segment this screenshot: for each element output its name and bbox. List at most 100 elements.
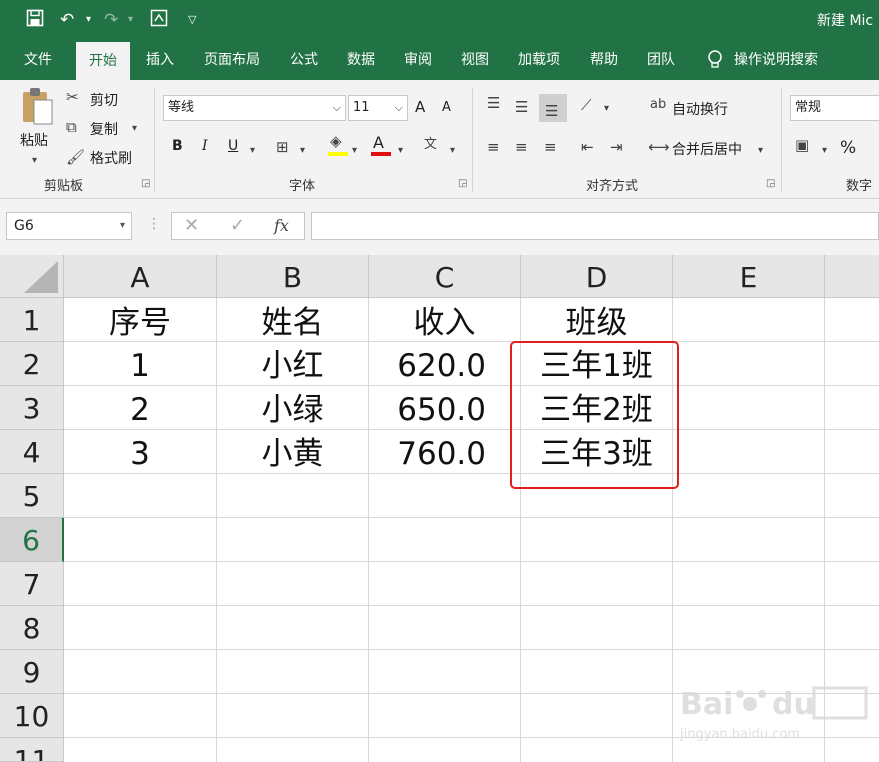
paste-icon[interactable] [20,86,54,130]
underline-button[interactable]: U [228,138,238,154]
clipboard-launcher-icon[interactable]: ◲ [141,178,150,189]
column-header-f[interactable] [825,255,879,298]
name-box[interactable]: G6 ▾ [6,212,132,240]
paste-dropdown-icon[interactable]: ▾ [32,152,37,170]
phonetic-guide-icon[interactable]: 文 [424,136,437,154]
wrap-text-button[interactable]: 自动换行 [672,99,728,119]
border-icon[interactable]: ⊞ [276,138,289,156]
align-middle-icon[interactable]: ☰ [515,98,528,116]
align-left-icon[interactable]: ≡ [487,138,500,156]
cell-c2[interactable]: 620.0 [369,342,521,386]
column-header-a[interactable]: A [64,255,217,298]
drag-handle-icon[interactable]: ⋮ [147,216,161,232]
cell-b3[interactable]: 小绿 [217,386,369,430]
shrink-font-button[interactable]: A [442,100,451,115]
cut-button[interactable]: 剪切 [90,90,118,110]
bold-button[interactable]: B [172,138,183,154]
tab-formulas[interactable]: 公式 [280,40,328,80]
border-dropdown-icon[interactable]: ▾ [300,142,305,160]
cell-d1[interactable]: 班级 [521,298,673,342]
align-top-icon[interactable]: ☰ [487,94,500,112]
row-header-7[interactable]: 7 [0,562,64,606]
number-format-combo[interactable]: 常规 [790,95,879,121]
column-header-b[interactable]: B [217,255,369,298]
align-right-icon[interactable]: ≡ [544,138,557,156]
tab-home[interactable]: 开始 [76,42,130,80]
tab-page-layout[interactable]: 页面布局 [194,40,270,80]
row-header-2[interactable]: 2 [0,342,64,386]
currency-dropdown-icon[interactable]: ▾ [822,142,827,160]
row-header-4[interactable]: 4 [0,430,64,474]
font-launcher-icon[interactable]: ◲ [458,178,467,189]
insert-function-button[interactable]: fx [274,216,289,235]
cell-c4[interactable]: 760.0 [369,430,521,474]
tab-review[interactable]: 审阅 [394,40,442,80]
format-painter-button[interactable]: 格式刷 [90,148,132,168]
tab-data[interactable]: 数据 [337,40,385,80]
chevron-down-icon[interactable]: ⌵ [395,96,403,120]
fill-color-icon[interactable]: ◈ [330,132,342,150]
cell-a4[interactable]: 3 [64,430,217,474]
align-bottom-button[interactable]: ☰ [539,94,567,122]
merge-center-button[interactable]: 合并后居中 [672,139,742,159]
form-icon[interactable] [150,9,168,33]
select-all-button[interactable] [0,255,64,298]
row-header-10[interactable]: 10 [0,694,64,738]
cell-b1[interactable]: 姓名 [217,298,369,342]
merge-dropdown-icon[interactable]: ▾ [758,142,763,160]
cell-b2[interactable]: 小红 [217,342,369,386]
font-size-combo[interactable]: 11 ⌵ [348,95,408,121]
undo-icon[interactable]: ↶ [60,9,74,31]
formula-input[interactable] [311,212,879,240]
italic-button[interactable]: I [202,138,208,154]
tab-team[interactable]: 团队 [637,40,685,80]
paste-button[interactable]: 粘贴 [20,130,48,150]
row-header-5[interactable]: 5 [0,474,64,518]
tab-view[interactable]: 视图 [451,40,499,80]
tab-insert[interactable]: 插入 [136,40,184,80]
grow-font-button[interactable]: A [415,98,425,116]
row-header-9[interactable]: 9 [0,650,64,694]
cell-c1[interactable]: 收入 [369,298,521,342]
font-color-button[interactable]: A [373,133,384,152]
row-header-6[interactable]: 6 [0,518,64,562]
column-header-c[interactable]: C [369,255,521,298]
save-icon[interactable] [26,9,44,33]
percent-button[interactable]: % [840,138,856,158]
enter-icon: ✓ [230,215,246,236]
row-header-3[interactable]: 3 [0,386,64,430]
underline-dropdown-icon[interactable]: ▾ [250,142,255,160]
svg-text:Bai: Bai [680,687,733,722]
column-header-e[interactable]: E [673,255,825,298]
phonetic-dropdown-icon[interactable]: ▾ [450,142,455,160]
cell-a1[interactable]: 序号 [64,298,217,342]
copy-button[interactable]: 复制 [90,119,118,139]
tab-addins[interactable]: 加载项 [508,40,570,80]
font-color-dropdown-icon[interactable]: ▾ [398,142,403,160]
decrease-indent-icon[interactable]: ⇤ [581,138,594,156]
customize-quick-access-icon[interactable]: ▽ [188,9,196,31]
currency-icon[interactable]: ▣ [795,136,809,154]
alignment-launcher-icon[interactable]: ◲ [766,178,775,189]
cell-a3[interactable]: 2 [64,386,217,430]
cell-c3[interactable]: 650.0 [369,386,521,430]
row-header-8[interactable]: 8 [0,606,64,650]
column-header-d[interactable]: D [521,255,673,298]
orientation-icon[interactable]: ⟋ [581,96,592,114]
tab-help[interactable]: 帮助 [580,40,628,80]
cell-a2[interactable]: 1 [64,342,217,386]
row-header-1[interactable]: 1 [0,298,64,342]
row-header-11[interactable]: 11 [0,738,64,762]
undo-dropdown-icon[interactable]: ▾ [86,9,91,31]
increase-indent-icon[interactable]: ⇥ [610,138,623,156]
copy-dropdown-icon[interactable]: ▾ [132,120,137,138]
orientation-dropdown-icon[interactable]: ▾ [604,100,609,118]
cell-b4[interactable]: 小黄 [217,430,369,474]
chevron-down-icon[interactable]: ⌵ [333,96,341,120]
font-name-combo[interactable]: 等线 ⌵ [163,95,346,121]
fill-color-dropdown-icon[interactable]: ▾ [352,142,357,160]
chevron-down-icon[interactable]: ▾ [120,213,125,239]
align-center-icon[interactable]: ≡ [515,138,528,156]
tab-file[interactable]: 文件 [12,40,64,80]
tell-me-search[interactable]: 操作说明搜索 [734,40,838,80]
